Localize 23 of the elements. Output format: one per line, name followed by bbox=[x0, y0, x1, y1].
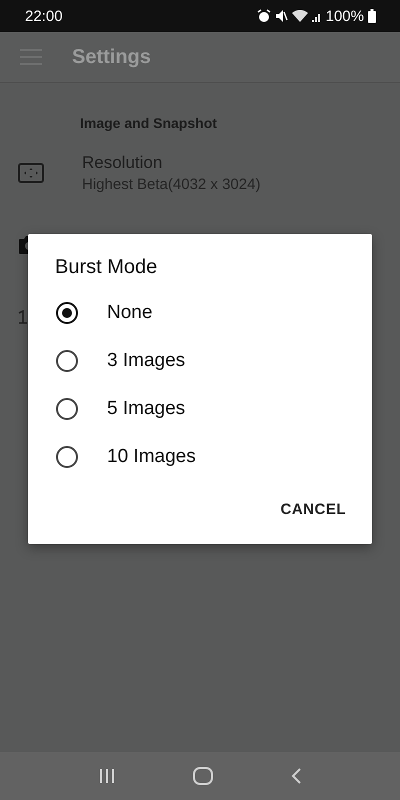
status-time: 22:00 bbox=[25, 8, 63, 24]
recent-apps-icon[interactable] bbox=[98, 768, 116, 784]
option-label[interactable]: 10 Images bbox=[107, 446, 196, 468]
wifi-icon bbox=[292, 10, 308, 22]
setting-title: Resolution bbox=[82, 153, 164, 173]
mute-icon bbox=[274, 9, 288, 23]
dialog-title: Burst Mode bbox=[55, 256, 158, 279]
option-label[interactable]: None bbox=[107, 302, 152, 324]
cancel-button[interactable]: CANCEL bbox=[272, 495, 354, 524]
battery-icon bbox=[368, 9, 376, 23]
alarm-icon bbox=[256, 9, 271, 23]
option-label[interactable]: 5 Images bbox=[107, 398, 186, 420]
battery-percent: 100% bbox=[326, 8, 364, 24]
radio-button[interactable] bbox=[56, 398, 78, 420]
radio-button[interactable] bbox=[56, 446, 78, 468]
radio-button[interactable] bbox=[56, 350, 78, 372]
radio-button[interactable] bbox=[56, 302, 78, 324]
back-icon[interactable] bbox=[290, 768, 302, 784]
home-icon[interactable] bbox=[192, 767, 213, 785]
option-label[interactable]: 3 Images bbox=[107, 350, 186, 372]
section-title: Image and Snapshot bbox=[80, 115, 217, 131]
resolution-icon bbox=[18, 163, 44, 183]
screen-title: Settings bbox=[72, 46, 151, 68]
